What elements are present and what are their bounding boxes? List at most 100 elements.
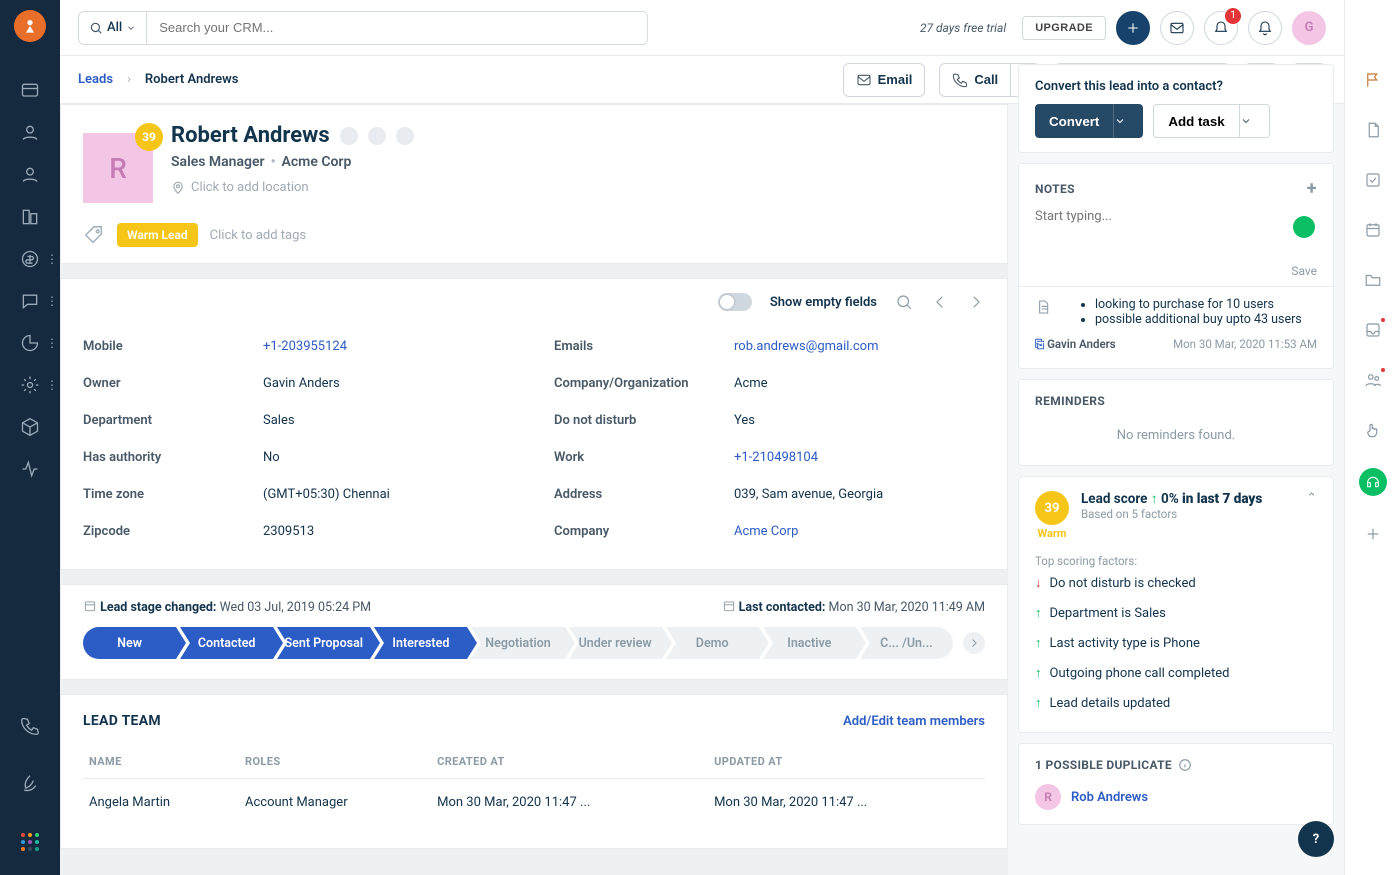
add-tags[interactable]: Click to add tags <box>210 228 306 243</box>
note-input[interactable] <box>1035 199 1317 260</box>
nav-apps[interactable] <box>0 821 60 863</box>
stage-chevron[interactable]: Demo <box>666 627 759 659</box>
convert-dropdown[interactable] <box>1113 104 1143 138</box>
add-location[interactable]: Click to add location <box>171 180 414 195</box>
field-row: Mobile+1-203955124 <box>83 331 514 362</box>
breadcrumb-root[interactable]: Leads <box>78 72 113 87</box>
search-input[interactable] <box>147 12 647 44</box>
factors-label: Top scoring factors: <box>1035 554 1317 568</box>
util-inbox-icon[interactable] <box>1361 318 1385 342</box>
field-value: No <box>263 450 280 465</box>
tag-chip[interactable]: Warm Lead <box>117 223 198 247</box>
show-empty-toggle[interactable] <box>718 293 752 311</box>
mail-button[interactable] <box>1160 11 1194 45</box>
nav-conversations[interactable]: ⋮ <box>0 280 60 322</box>
stage-chevron[interactable]: New <box>83 627 176 659</box>
field-value[interactable]: Acme Corp <box>734 524 798 539</box>
add-task-button[interactable]: Add task <box>1153 104 1239 138</box>
note-save[interactable]: Save <box>1035 264 1317 278</box>
show-empty-label: Show empty fields <box>770 295 877 310</box>
stage-chevron[interactable]: C... /Un... <box>860 627 953 659</box>
nav-deals[interactable]: ⋮ <box>0 238 60 280</box>
field-row: DepartmentSales <box>83 405 514 436</box>
stage-chevron[interactable]: Sent Proposal <box>277 627 370 659</box>
stage-chevron[interactable]: Interested <box>374 627 467 659</box>
util-calendar-icon[interactable] <box>1361 218 1385 242</box>
note-item: looking to purchase for 10 userspossible… <box>1019 286 1333 354</box>
nav-eco[interactable] <box>0 763 60 805</box>
search-icon[interactable] <box>895 293 913 311</box>
field-value[interactable]: +1-203955124 <box>263 339 347 354</box>
team-title: LEAD TEAM <box>83 713 161 729</box>
note-bullet: possible additional buy upto 43 users <box>1095 312 1302 327</box>
nav-accounts[interactable] <box>0 196 60 238</box>
collapse-icon[interactable]: ⌃ <box>1306 491 1317 506</box>
util-add-icon[interactable] <box>1361 522 1385 546</box>
util-folder-icon[interactable] <box>1361 268 1385 292</box>
score-factor: ↑Outgoing phone call completed <box>1035 658 1317 688</box>
brand-logo[interactable] <box>14 10 46 42</box>
social-linkedin-icon[interactable] <box>396 127 414 145</box>
util-headset-icon[interactable] <box>1359 468 1387 496</box>
prev-icon[interactable] <box>931 293 949 311</box>
main-content: R 39 Robert Andrews Sales Manager•Acme C… <box>60 104 1008 875</box>
help-fab[interactable]: ? <box>1298 821 1334 857</box>
alerts-button[interactable] <box>1248 11 1282 45</box>
lead-hero-card: R 39 Robert Andrews Sales Manager•Acme C… <box>60 104 1008 264</box>
right-utility-rail <box>1344 0 1400 875</box>
field-value[interactable]: +1-210498104 <box>734 450 818 465</box>
util-flag-icon[interactable] <box>1361 68 1385 92</box>
team-edit-link[interactable]: Add/Edit team members <box>843 714 985 729</box>
note-bullet: looking to purchase for 10 users <box>1095 297 1302 312</box>
util-task-icon[interactable] <box>1361 168 1385 192</box>
call-button[interactable]: Call <box>939 63 1011 97</box>
info-icon[interactable] <box>1178 758 1192 772</box>
field-label: Work <box>554 450 734 465</box>
email-button[interactable]: Email <box>843 63 926 97</box>
stage-chevron[interactable]: Inactive <box>763 627 856 659</box>
score-factor: ↑Department is Sales <box>1035 598 1317 628</box>
field-row: CompanyAcme Corp <box>554 516 985 547</box>
nav-products[interactable] <box>0 406 60 448</box>
util-gesture-icon[interactable] <box>1361 418 1385 442</box>
stage-chevron[interactable]: Contacted <box>180 627 273 659</box>
table-header: ROLES <box>239 745 431 779</box>
table-row[interactable]: Angela MartinAccount ManagerMon 30 Mar, … <box>83 779 985 827</box>
stage-card: Lead stage changed: Wed 03 Jul, 2019 05:… <box>60 584 1008 680</box>
calendar-icon <box>83 599 97 613</box>
util-doc-icon[interactable] <box>1361 118 1385 142</box>
field-label: Company <box>554 524 734 539</box>
dup-name[interactable]: Rob Andrews <box>1071 790 1148 805</box>
next-icon[interactable] <box>967 293 985 311</box>
util-team-icon[interactable] <box>1361 368 1385 392</box>
dup-item[interactable]: R Rob Andrews <box>1035 784 1317 810</box>
nav-phone[interactable] <box>0 705 60 747</box>
add-note-icon[interactable]: + <box>1307 178 1317 199</box>
nav-dashboard[interactable] <box>0 70 60 112</box>
nav-leads[interactable] <box>0 112 60 154</box>
quick-add-button[interactable] <box>1116 11 1150 45</box>
table-header: NAME <box>83 745 239 779</box>
field-row: Has authorityNo <box>83 442 514 473</box>
nav-settings[interactable]: ⋮ <box>0 364 60 406</box>
duplicates-card: 1 POSSIBLE DUPLICATE R Rob Andrews <box>1018 743 1334 825</box>
stage-scroll-right[interactable] <box>963 632 985 654</box>
user-avatar[interactable]: G <box>1292 11 1326 45</box>
social-twitter-icon[interactable] <box>368 127 386 145</box>
nav-activity[interactable] <box>0 448 60 490</box>
dup-avatar: R <box>1035 784 1061 810</box>
upgrade-button[interactable]: UPGRADE <box>1022 16 1106 40</box>
nav-reports[interactable]: ⋮ <box>0 322 60 364</box>
convert-button[interactable]: Convert <box>1035 104 1113 138</box>
field-label: Has authority <box>83 450 263 465</box>
social-facebook-icon[interactable] <box>340 127 358 145</box>
nav-contacts[interactable] <box>0 154 60 196</box>
field-row: Company/OrganizationAcme <box>554 368 985 399</box>
field-row: Emailsrob.andrews@gmail.com <box>554 331 985 362</box>
stage-chevron[interactable]: Negotiation <box>471 627 564 659</box>
search-scope-dropdown[interactable]: All <box>79 12 147 44</box>
notifications-button[interactable]: 1 <box>1204 11 1238 45</box>
stage-chevron[interactable]: Under review <box>569 627 662 659</box>
add-task-dropdown[interactable] <box>1240 104 1270 138</box>
field-value[interactable]: rob.andrews@gmail.com <box>734 339 878 354</box>
